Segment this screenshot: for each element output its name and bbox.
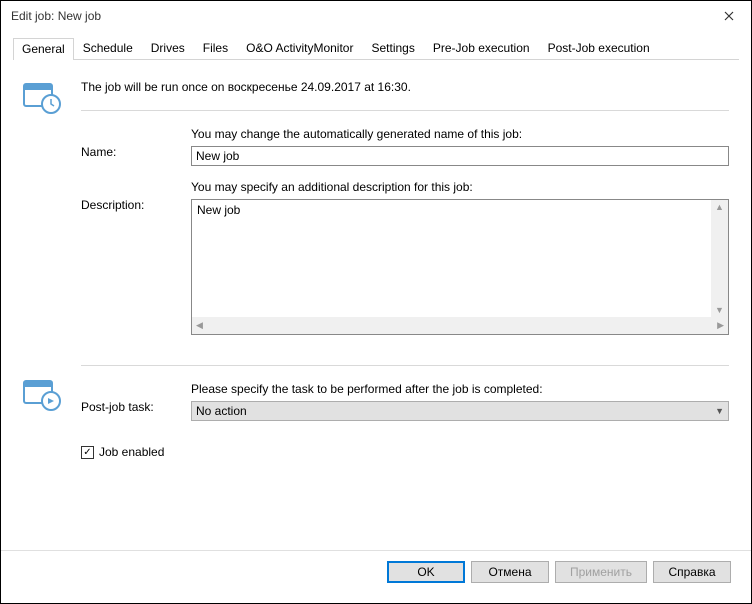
titlebar: Edit job: New job xyxy=(1,1,751,31)
window-title: Edit job: New job xyxy=(11,9,101,23)
chevron-down-icon: ▼ xyxy=(715,406,724,416)
form-column: The job will be run once on воскресенье … xyxy=(81,80,729,540)
cancel-button[interactable]: Отмена xyxy=(471,561,549,583)
tab-content: The job will be run once on воскресенье … xyxy=(1,60,751,550)
posttask-value: No action xyxy=(196,404,247,418)
description-label: Description: xyxy=(81,180,191,335)
help-button[interactable]: Справка xyxy=(653,561,731,583)
schedule-icon xyxy=(23,80,63,117)
dialog-footer: OK Отмена Применить Справка xyxy=(1,550,751,603)
description-textarea[interactable]: New job ▲ ▼ ◀ ▶ xyxy=(191,199,729,335)
job-enabled-label: Job enabled xyxy=(99,445,164,459)
ok-button[interactable]: OK xyxy=(387,561,465,583)
close-button[interactable] xyxy=(707,1,751,31)
tab-pre-job[interactable]: Pre-Job execution xyxy=(424,37,539,59)
divider xyxy=(81,110,729,111)
scroll-right-icon: ▶ xyxy=(713,318,728,333)
name-label: Name: xyxy=(81,127,191,166)
scroll-left-icon: ◀ xyxy=(192,318,207,333)
checkbox-icon: ✓ xyxy=(81,446,94,459)
description-value: New job xyxy=(197,203,240,217)
job-enabled-checkbox-row[interactable]: ✓ Job enabled xyxy=(81,445,729,459)
schedule-info-text: The job will be run once on воскресенье … xyxy=(81,80,729,94)
divider xyxy=(81,365,729,366)
tab-files[interactable]: Files xyxy=(194,37,237,59)
horizontal-scrollbar[interactable]: ◀ ▶ xyxy=(192,317,728,334)
icon-column xyxy=(23,80,63,540)
posttask-select[interactable]: No action ▼ xyxy=(191,401,729,421)
vertical-scrollbar[interactable]: ▲ ▼ xyxy=(711,200,728,317)
tab-schedule[interactable]: Schedule xyxy=(74,37,142,59)
scroll-down-icon: ▼ xyxy=(711,303,728,317)
close-icon xyxy=(724,8,734,24)
scroll-up-icon: ▲ xyxy=(711,200,728,214)
tab-general[interactable]: General xyxy=(13,38,74,60)
description-hint: You may specify an additional descriptio… xyxy=(191,180,729,194)
tab-post-job[interactable]: Post-Job execution xyxy=(539,37,659,59)
name-hint: You may change the automatically generat… xyxy=(191,127,729,141)
apply-button[interactable]: Применить xyxy=(555,561,647,583)
name-input[interactable] xyxy=(191,146,729,166)
tab-drives[interactable]: Drives xyxy=(142,37,194,59)
tab-settings[interactable]: Settings xyxy=(362,37,423,59)
dialog-window: Edit job: New job General Schedule Drive… xyxy=(0,0,752,604)
tab-bar: General Schedule Drives Files O&O Activi… xyxy=(13,37,739,60)
tab-activity-monitor[interactable]: O&O ActivityMonitor xyxy=(237,37,362,59)
posttask-hint: Please specify the task to be performed … xyxy=(191,382,729,396)
posttask-label: Post-job task: xyxy=(81,382,191,421)
posttask-icon xyxy=(23,377,63,414)
